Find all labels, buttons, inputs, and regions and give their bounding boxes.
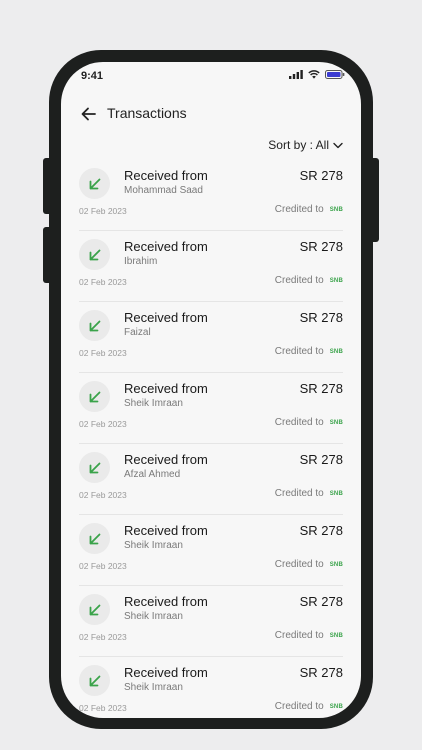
credited-label: Credited to: [274, 488, 324, 499]
transaction-row[interactable]: Received from Faizal SR 278 02 Feb 2023 …: [79, 302, 343, 373]
snb-logo-icon: SNB: [329, 703, 343, 710]
phone-screen: 9:41 Transactions Sort by: All Received…: [61, 62, 361, 718]
credited-to: Credited to SNB: [275, 417, 343, 428]
credited-label: Credited to: [274, 275, 324, 286]
received-arrow-icon: [79, 665, 110, 696]
received-arrow-icon: [79, 239, 110, 270]
sender-name: Mohammad Saad: [124, 185, 203, 196]
credited-to: Credited to SNB: [275, 630, 343, 641]
credited-to: Credited to SNB: [275, 346, 343, 357]
transaction-title: Received from: [124, 665, 208, 680]
received-arrow-icon: [79, 594, 110, 625]
page-title: Transactions: [107, 105, 187, 121]
transaction-amount: SR 278: [299, 452, 343, 467]
sender-name: Ibrahim: [124, 256, 158, 267]
received-arrow-icon: [79, 452, 110, 483]
received-arrow-icon: [79, 310, 110, 341]
received-arrow-icon: [79, 381, 110, 412]
credited-label: Credited to: [274, 204, 324, 215]
transaction-title: Received from: [124, 452, 208, 467]
status-icons: [289, 70, 345, 79]
transaction-date: 02 Feb 2023: [79, 632, 127, 642]
transaction-row[interactable]: Received from Sheik Imraan SR 278 02 Feb…: [79, 657, 343, 718]
wifi-icon: [308, 70, 320, 79]
transaction-date: 02 Feb 2023: [79, 206, 127, 216]
transaction-row[interactable]: Received from Sheik Imraan SR 278 02 Feb…: [79, 373, 343, 444]
snb-logo-icon: SNB: [329, 419, 343, 426]
credited-to: Credited to SNB: [275, 701, 343, 712]
sender-name: Faizal: [124, 327, 151, 338]
transaction-title: Received from: [124, 381, 208, 396]
snb-logo-icon: SNB: [329, 561, 343, 568]
sort-label: Sort by : All: [268, 138, 329, 152]
transaction-list: Received from Mohammad Saad SR 278 02 Fe…: [79, 160, 343, 718]
transaction-date: 02 Feb 2023: [79, 703, 127, 713]
transaction-row[interactable]: Received from Ibrahim SR 278 02 Feb 2023…: [79, 231, 343, 302]
transaction-amount: SR 278: [299, 594, 343, 609]
snb-logo-icon: SNB: [329, 632, 343, 639]
transaction-title: Received from: [124, 239, 208, 254]
credited-to: Credited to SNB: [275, 488, 343, 499]
transaction-date: 02 Feb 2023: [79, 490, 127, 500]
sender-name: Sheik Imraan: [124, 398, 183, 409]
transaction-amount: SR 278: [299, 523, 343, 538]
sort-dropdown[interactable]: Sort by : All: [268, 138, 343, 152]
signal-icon: [289, 70, 303, 79]
credited-to: Credited to SNB: [275, 204, 343, 215]
sender-name: Afzal Ahmed: [124, 469, 181, 480]
transaction-title: Received from: [124, 168, 208, 183]
received-arrow-icon: [79, 523, 110, 554]
transaction-date: 02 Feb 2023: [79, 419, 127, 429]
battery-icon: [325, 70, 345, 79]
credited-to: Credited to SNB: [275, 275, 343, 286]
snb-logo-icon: SNB: [329, 490, 343, 497]
app-header: Transactions: [61, 102, 361, 126]
credited-to: Credited to SNB: [275, 559, 343, 570]
transaction-date: 02 Feb 2023: [79, 277, 127, 287]
credited-label: Credited to: [274, 630, 324, 641]
snb-logo-icon: SNB: [329, 277, 343, 284]
credited-label: Credited to: [274, 417, 324, 428]
transaction-date: 02 Feb 2023: [79, 561, 127, 571]
credited-label: Credited to: [274, 701, 324, 712]
chevron-down-icon: [333, 142, 343, 148]
transaction-amount: SR 278: [299, 239, 343, 254]
status-bar: 9:41: [61, 62, 361, 92]
received-arrow-icon: [79, 168, 110, 199]
transaction-amount: SR 278: [299, 665, 343, 680]
transaction-title: Received from: [124, 310, 208, 325]
transaction-row[interactable]: Received from Sheik Imraan SR 278 02 Feb…: [79, 515, 343, 586]
snb-logo-icon: SNB: [329, 348, 343, 355]
sender-name: Sheik Imraan: [124, 611, 183, 622]
transaction-row[interactable]: Received from Sheik Imraan SR 278 02 Feb…: [79, 586, 343, 657]
transaction-amount: SR 278: [299, 381, 343, 396]
credited-label: Credited to: [274, 346, 324, 357]
transaction-date: 02 Feb 2023: [79, 348, 127, 358]
transaction-amount: SR 278: [299, 168, 343, 183]
snb-logo-icon: SNB: [329, 206, 343, 213]
transaction-title: Received from: [124, 523, 208, 538]
transaction-title: Received from: [124, 594, 208, 609]
credited-label: Credited to: [274, 559, 324, 570]
sender-name: Sheik Imraan: [124, 540, 183, 551]
transaction-row[interactable]: Received from Mohammad Saad SR 278 02 Fe…: [79, 160, 343, 231]
sender-name: Sheik Imraan: [124, 682, 183, 693]
back-arrow-icon[interactable]: [79, 104, 99, 124]
status-time: 9:41: [81, 70, 104, 82]
transaction-amount: SR 278: [299, 310, 343, 325]
transaction-row[interactable]: Received from Afzal Ahmed SR 278 02 Feb …: [79, 444, 343, 515]
